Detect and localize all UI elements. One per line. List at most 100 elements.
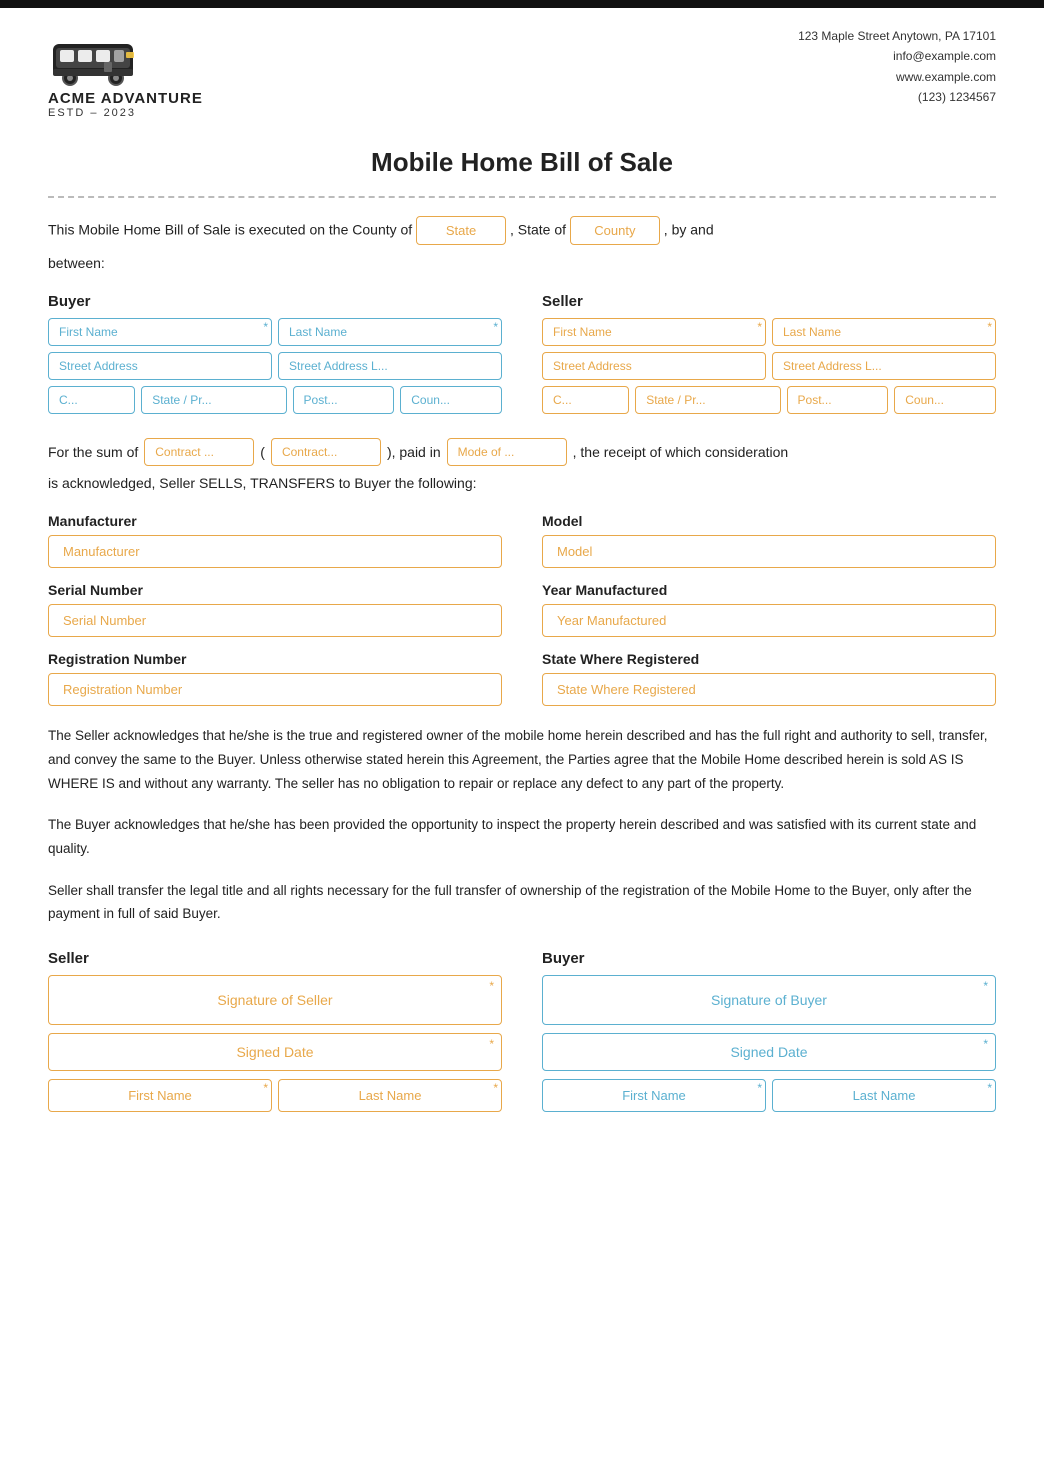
vehicle-section: Manufacturer Manufacturer Model Model Se…: [48, 513, 996, 706]
sig-seller-firstname[interactable]: First Name: [48, 1079, 272, 1112]
sig-seller-ln-wrap: Last Name *: [278, 1079, 502, 1112]
buyer-seller-row: Buyer First Name * Last Name * Street Ad…: [48, 293, 996, 420]
sum-text2: (: [260, 444, 265, 460]
intro-between: between:: [48, 251, 996, 276]
reg-field[interactable]: Registration Number: [48, 673, 502, 706]
mode-field[interactable]: Mode of ...: [447, 438, 567, 466]
seller-lastname-wrap: Last Name *: [772, 318, 996, 346]
seller-section: Seller First Name * Last Name * Street A…: [542, 293, 996, 420]
buyer-location-row: C... State / Pr... Post... Coun...: [48, 386, 502, 414]
sig-seller-fn-required: *: [263, 1081, 268, 1095]
buyer-firstname-required: *: [263, 320, 268, 334]
top-bar: [0, 0, 1044, 8]
buyer-country[interactable]: Coun...: [400, 386, 502, 414]
divider: [48, 196, 996, 198]
sig-buyer-required: *: [983, 979, 988, 993]
sig-row: Seller Signature of Seller * Signed Date…: [48, 950, 996, 1112]
sig-buyer-date[interactable]: Signed Date: [542, 1033, 996, 1071]
sig-buyer-fn-wrap: First Name *: [542, 1079, 766, 1112]
seller-city[interactable]: C...: [542, 386, 629, 414]
sig-seller-date[interactable]: Signed Date: [48, 1033, 502, 1071]
seller-label: Seller: [542, 293, 996, 310]
buyer-firstname[interactable]: First Name: [48, 318, 272, 346]
seller-location-row: C... State / Pr... Post... Coun...: [542, 386, 996, 414]
statereg-col: State Where Registered State Where Regis…: [542, 651, 996, 706]
buyer-lastname-wrap: Last Name *: [278, 318, 502, 346]
ack-text: is acknowledged, Seller SELLS, TRANSFERS…: [48, 472, 996, 496]
model-field[interactable]: Model: [542, 535, 996, 568]
seller-firstname[interactable]: First Name: [542, 318, 766, 346]
sig-seller-field-wrap: Signature of Seller *: [48, 975, 502, 1025]
buyer-street2[interactable]: Street Address L...: [278, 352, 502, 380]
seller-street2[interactable]: Street Address L...: [772, 352, 996, 380]
buyer-section: Buyer First Name * Last Name * Street Ad…: [48, 293, 502, 420]
buyer-lastname-required: *: [493, 320, 498, 334]
document-title: Mobile Home Bill of Sale: [0, 129, 1044, 188]
state-field[interactable]: State: [416, 216, 506, 245]
seller-firstname-required: *: [757, 320, 762, 334]
sig-seller-lastname[interactable]: Last Name: [278, 1079, 502, 1112]
county-field[interactable]: County: [570, 216, 660, 245]
company-logo: [48, 26, 148, 86]
seller-name-row: First Name * Last Name *: [542, 318, 996, 346]
seller-post[interactable]: Post...: [787, 386, 889, 414]
reg-statereg-row: Registration Number Registration Number …: [48, 651, 996, 706]
manufacturer-model-row: Manufacturer Manufacturer Model Model: [48, 513, 996, 568]
logo-area: ACME ADVANTURE ESTD – 2023: [48, 26, 203, 119]
seller-post-wrap: Post...: [787, 386, 889, 414]
sig-seller-required: *: [489, 979, 494, 993]
buyer-firstname-wrap: First Name *: [48, 318, 272, 346]
signature-section: Seller Signature of Seller * Signed Date…: [48, 950, 996, 1112]
intro-text3: , by and: [664, 221, 714, 237]
sig-seller-date-wrap: Signed Date *: [48, 1033, 502, 1071]
serial-label: Serial Number: [48, 582, 502, 598]
manufacturer-field[interactable]: Manufacturer: [48, 535, 502, 568]
contact-website: www.example.com: [798, 67, 996, 87]
manufacturer-col: Manufacturer Manufacturer: [48, 513, 502, 568]
buyer-street[interactable]: Street Address: [48, 352, 272, 380]
company-estd: ESTD – 2023: [48, 107, 136, 119]
intro-text2: , State of: [510, 221, 566, 237]
serial-field[interactable]: Serial Number: [48, 604, 502, 637]
buyer-street2-wrap: Street Address L...: [278, 352, 502, 380]
sig-buyer-ln-required: *: [987, 1081, 992, 1095]
contract2-field[interactable]: Contract...: [271, 438, 381, 466]
buyer-city[interactable]: C...: [48, 386, 135, 414]
seller-state-wrap: State / Pr...: [635, 386, 780, 414]
buyer-country-wrap: Coun...: [400, 386, 502, 414]
statereg-field[interactable]: State Where Registered: [542, 673, 996, 706]
contract1-wrap: Contract ...: [144, 438, 254, 466]
buyer-lastname[interactable]: Last Name: [278, 318, 502, 346]
sig-seller-label: Seller: [48, 950, 502, 967]
seller-state[interactable]: State / Pr...: [635, 386, 780, 414]
seller-lastname[interactable]: Last Name: [772, 318, 996, 346]
year-field[interactable]: Year Manufactured: [542, 604, 996, 637]
seller-street2-wrap: Street Address L...: [772, 352, 996, 380]
buyer-name-row: First Name * Last Name *: [48, 318, 502, 346]
buyer-city-wrap: C...: [48, 386, 135, 414]
sig-seller-fn-wrap: First Name *: [48, 1079, 272, 1112]
seller-firstname-wrap: First Name *: [542, 318, 766, 346]
buyer-label: Buyer: [48, 293, 502, 310]
sig-buyer-firstname[interactable]: First Name: [542, 1079, 766, 1112]
contact-info: 123 Maple Street Anytown, PA 17101 info@…: [798, 26, 996, 108]
main-content: This Mobile Home Bill of Sale is execute…: [0, 216, 1044, 1152]
seller-country[interactable]: Coun...: [894, 386, 996, 414]
seller-street-wrap: Street Address: [542, 352, 766, 380]
sig-seller-field[interactable]: Signature of Seller: [48, 975, 502, 1025]
contract1-field[interactable]: Contract ...: [144, 438, 254, 466]
legal-para3: Seller shall transfer the legal title an…: [48, 879, 996, 926]
buyer-state[interactable]: State / Pr...: [141, 386, 286, 414]
legal-para1: The Seller acknowledges that he/she is t…: [48, 724, 996, 795]
intro-paragraph: This Mobile Home Bill of Sale is execute…: [48, 216, 996, 245]
seller-street[interactable]: Street Address: [542, 352, 766, 380]
sig-buyer-field[interactable]: Signature of Buyer: [542, 975, 996, 1025]
serial-col: Serial Number Serial Number: [48, 582, 502, 637]
buyer-state-wrap: State / Pr...: [141, 386, 286, 414]
header: ACME ADVANTURE ESTD – 2023 123 Maple Str…: [0, 8, 1044, 129]
sig-buyer-lastname[interactable]: Last Name: [772, 1079, 996, 1112]
sum-text4: , the receipt of which consideration: [573, 444, 789, 460]
year-label: Year Manufactured: [542, 582, 996, 598]
manufacturer-label: Manufacturer: [48, 513, 502, 529]
buyer-post[interactable]: Post...: [293, 386, 395, 414]
